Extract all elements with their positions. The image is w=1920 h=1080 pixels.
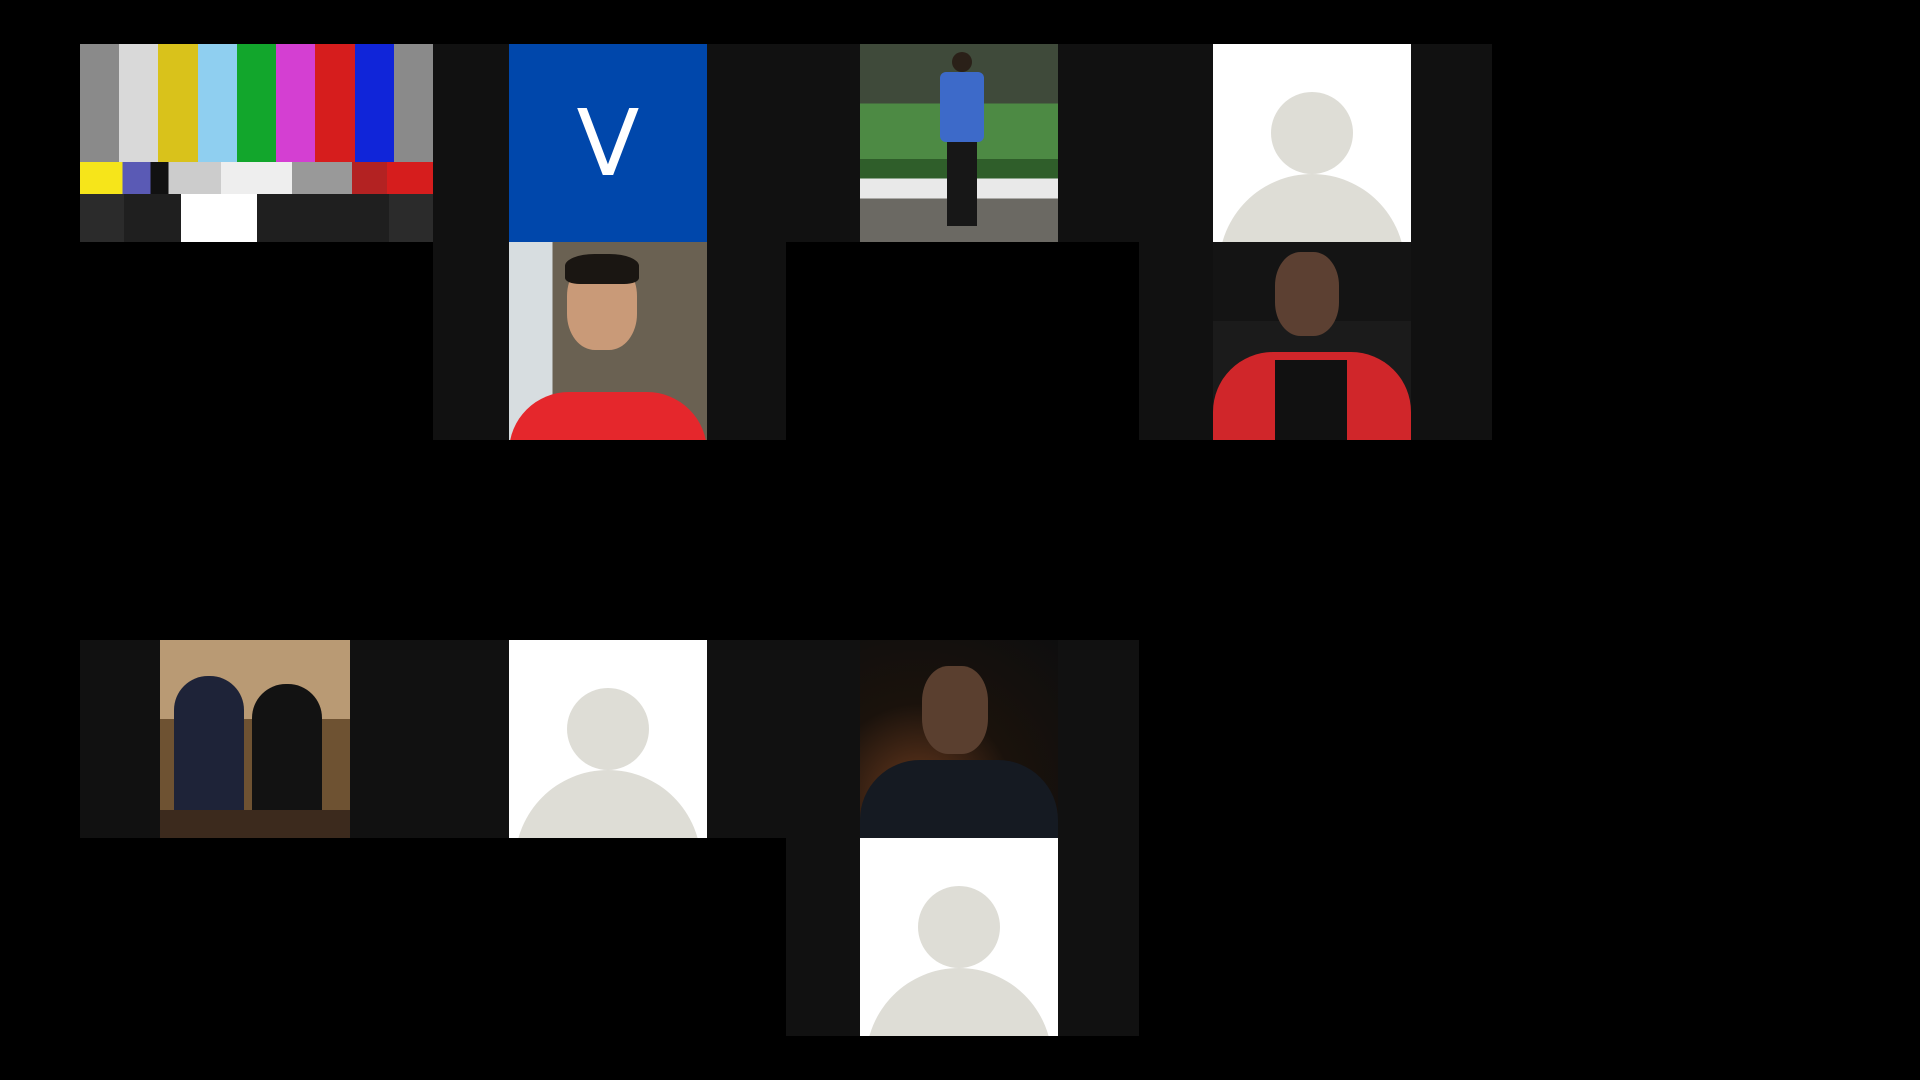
- participant-tile-3[interactable]: [786, 44, 1139, 242]
- color-bar-1: [80, 44, 120, 162]
- avatar-head-icon: [1271, 92, 1353, 174]
- participant-tile-5[interactable]: [433, 242, 786, 440]
- pattern-white-block: [181, 194, 257, 242]
- default-avatar: [1213, 44, 1411, 242]
- person-right: [252, 684, 322, 814]
- table: [160, 810, 350, 838]
- default-avatar: [509, 640, 707, 838]
- avatar-head-icon: [567, 688, 649, 770]
- initial-avatar: V: [509, 44, 707, 242]
- color-bar-3: [158, 44, 198, 162]
- color-bar-5: [236, 44, 277, 162]
- person-jacket: [860, 760, 1058, 838]
- avatar-head-icon: [918, 886, 1000, 968]
- person-head: [922, 666, 988, 754]
- color-bar-6: [276, 44, 316, 162]
- participant-video-7: [160, 640, 350, 838]
- avatar-body-icon: [515, 770, 701, 838]
- participant-video-6: [1213, 242, 1411, 440]
- person-head: [1275, 252, 1339, 336]
- pattern-dark-block: [80, 194, 124, 242]
- color-bars: [80, 44, 433, 162]
- color-bar-9: [393, 44, 433, 162]
- participant-tile-10[interactable]: [786, 838, 1139, 1036]
- participant-video-9: [860, 640, 1058, 838]
- participant-video-3: [860, 44, 1058, 242]
- person-inner-shirt: [1275, 360, 1347, 440]
- color-bar-8: [354, 44, 394, 162]
- color-bar-7: [315, 44, 355, 162]
- person-shirt: [509, 392, 707, 440]
- participant-tile-2[interactable]: V: [433, 44, 786, 242]
- color-bar-4: [197, 44, 237, 162]
- avatar-body-icon: [866, 968, 1052, 1036]
- test-pattern-video: [80, 44, 433, 242]
- participant-tile-1[interactable]: [80, 44, 433, 242]
- person-figure: [940, 52, 984, 232]
- participant-tile-8[interactable]: [433, 640, 786, 838]
- color-bars-lower: [80, 162, 433, 194]
- color-bar-2: [119, 44, 159, 162]
- default-avatar: [860, 838, 1058, 1036]
- pattern-dark-block-right: [389, 194, 433, 242]
- participant-tile-9[interactable]: [786, 640, 1139, 838]
- person-left: [174, 676, 244, 816]
- participant-tile-6[interactable]: [1139, 242, 1492, 440]
- participant-tile-7[interactable]: [80, 640, 433, 838]
- avatar-body-icon: [1219, 174, 1405, 242]
- participant-video-5: [509, 242, 707, 440]
- person-hair: [565, 254, 639, 284]
- initial-letter: V: [576, 89, 640, 197]
- participant-tile-4[interactable]: [1139, 44, 1492, 242]
